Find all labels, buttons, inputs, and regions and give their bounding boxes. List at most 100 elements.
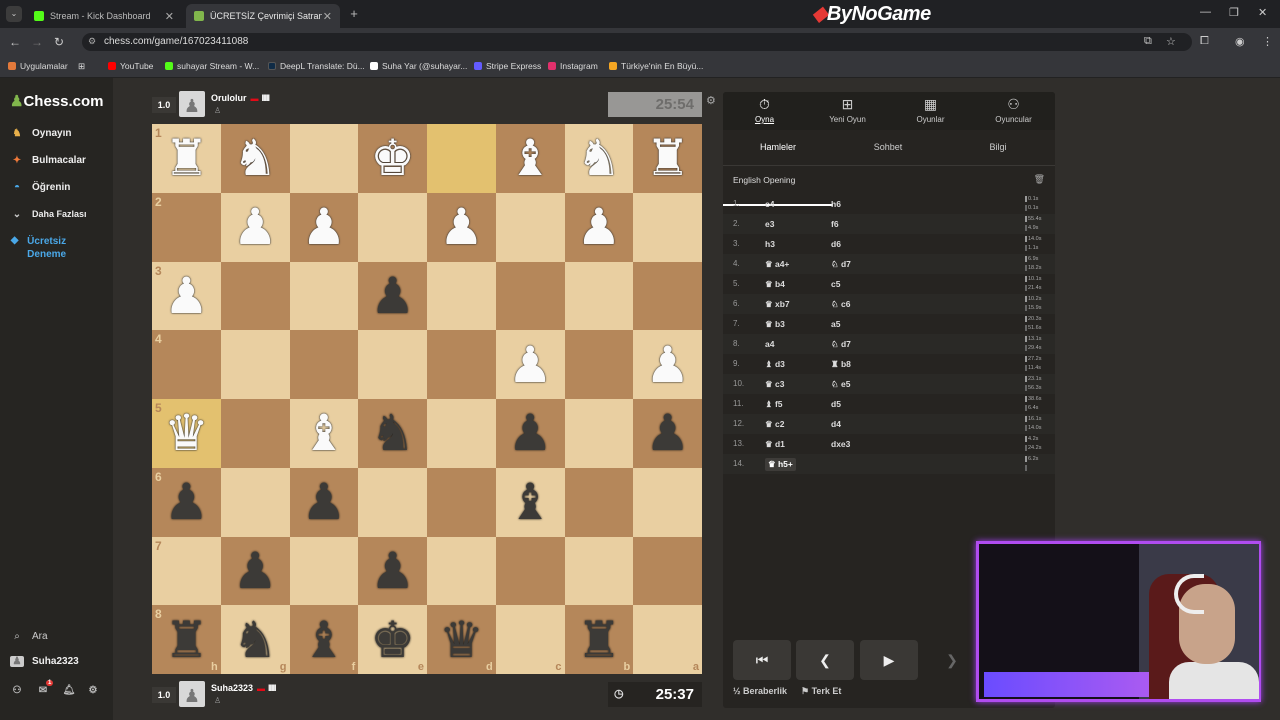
sidebar-settings[interactable]: ⚙: [86, 685, 108, 696]
avatar[interactable]: ♟: [179, 681, 205, 707]
white-move[interactable]: ♛ b3: [765, 319, 785, 330]
bookmark-tiktok[interactable]: Suha Yar (@suhayar...: [370, 61, 467, 71]
bookmark-star-icon[interactable]: ☆: [1166, 35, 1176, 48]
tab-moves[interactable]: Hamleler: [723, 142, 833, 152]
square[interactable]: 6 ♟: [152, 467, 221, 537]
tab-chat[interactable]: Sohbet: [833, 142, 943, 152]
board-settings-icon[interactable]: ⚙: [706, 94, 716, 107]
bookmark-deepl[interactable]: DeepL Translate: Dü...: [268, 61, 365, 71]
square[interactable]: ♞: [358, 399, 427, 468]
extensions-icon[interactable]: ⧠: [1200, 35, 1209, 48]
square[interactable]: c: [495, 605, 565, 674]
square[interactable]: [289, 261, 359, 331]
square[interactable]: [427, 467, 496, 537]
white-move[interactable]: ♛ c3: [765, 379, 784, 390]
minimize-button[interactable]: —: [1200, 6, 1211, 18]
square[interactable]: g ♞: [220, 605, 290, 674]
profile-icon[interactable]: ◉: [1235, 35, 1245, 48]
black-knight-icon[interactable]: ♞: [221, 605, 290, 674]
black-move[interactable]: ♜ b8: [831, 359, 851, 370]
square[interactable]: [358, 467, 427, 537]
square[interactable]: ♟: [495, 330, 565, 399]
white-pawn-icon[interactable]: ♟: [221, 193, 290, 262]
square[interactable]: [220, 261, 290, 331]
square[interactable]: ♝: [495, 467, 565, 537]
square[interactable]: ♟: [358, 261, 427, 331]
white-pawn-icon[interactable]: ♟: [290, 193, 359, 262]
browser-tab-chess[interactable]: ÜCRETSİZ Çevrimiçi Satranç Oy... ✕: [186, 4, 340, 28]
square[interactable]: 1 ♜: [152, 124, 221, 193]
square[interactable]: a: [633, 605, 702, 674]
black-move[interactable]: a5: [831, 319, 840, 329]
close-window-button[interactable]: ✕: [1258, 6, 1267, 19]
square[interactable]: [633, 192, 702, 262]
black-move[interactable]: ♘ d7: [831, 259, 851, 270]
white-rook-icon[interactable]: ♜: [152, 124, 221, 193]
white-move[interactable]: ♝ d3: [765, 359, 785, 370]
square[interactable]: ♜: [633, 124, 702, 193]
tab-play[interactable]: ⏱ Oyna: [723, 96, 806, 124]
offer-draw-button[interactable]: ½ Beraberlik: [733, 686, 787, 696]
next-move-button[interactable]: ▶: [860, 640, 918, 680]
black-move[interactable]: d4: [831, 419, 841, 429]
black-pawn-icon[interactable]: ♟: [633, 399, 702, 468]
square[interactable]: ♟: [289, 467, 359, 537]
white-move[interactable]: ♛ xb7: [765, 299, 790, 310]
square[interactable]: [495, 192, 565, 262]
white-knight-icon[interactable]: ♞: [565, 124, 634, 193]
bookmark-youtube[interactable]: YouTube: [108, 61, 153, 71]
site-info-icon[interactable]: ⚙: [88, 36, 96, 47]
white-bishop-icon[interactable]: ♝: [290, 399, 359, 468]
white-move[interactable]: e3: [765, 219, 774, 229]
tab-players[interactable]: ⚇ Oyuncular: [972, 96, 1055, 124]
square[interactable]: ♟: [633, 399, 702, 468]
maximize-button[interactable]: ❐: [1229, 6, 1239, 19]
bookmark-instagram[interactable]: Instagram: [548, 61, 598, 71]
sidebar-item-learn[interactable]: ◓ Öğrenin: [10, 182, 70, 193]
resign-button[interactable]: ⚑ Terk Et: [801, 686, 841, 697]
reload-icon[interactable]: ↻: [48, 35, 70, 49]
square[interactable]: [289, 330, 359, 399]
square[interactable]: [220, 467, 290, 537]
forward-icon[interactable]: →: [26, 35, 48, 49]
square[interactable]: [289, 124, 359, 193]
square[interactable]: [427, 330, 496, 399]
square[interactable]: [633, 467, 702, 537]
white-pawn-icon[interactable]: ♟: [496, 330, 565, 399]
sidebar-search[interactable]: ⌕ Ara: [10, 631, 47, 642]
black-move[interactable]: d6: [831, 239, 841, 249]
tab-new-game[interactable]: ⊞ Yeni Oyun: [806, 96, 889, 124]
sidebar-item-play[interactable]: ♞ Oynayın: [10, 128, 72, 139]
square[interactable]: [289, 536, 359, 606]
square[interactable]: ♟: [220, 192, 290, 262]
square[interactable]: ♞: [564, 124, 634, 193]
square[interactable]: ♟: [564, 192, 634, 262]
square[interactable]: [220, 330, 290, 399]
white-knight-icon[interactable]: ♞: [221, 124, 290, 193]
black-queen-icon[interactable]: ♛: [427, 605, 496, 674]
square[interactable]: ♝: [289, 399, 359, 468]
square[interactable]: [564, 330, 634, 399]
square[interactable]: [220, 399, 290, 468]
sidebar-notifications[interactable]: 🔔︎: [62, 685, 84, 696]
square[interactable]: d ♛: [427, 605, 496, 674]
sidebar-profile[interactable]: ♟ Suha2323: [10, 656, 79, 667]
black-pawn-icon[interactable]: ♟: [496, 399, 565, 468]
square[interactable]: ♟: [358, 536, 427, 606]
square[interactable]: [564, 399, 634, 468]
black-pawn-icon[interactable]: ♟: [358, 262, 427, 331]
white-king-icon[interactable]: ♚: [358, 124, 427, 193]
close-tab-icon[interactable]: ✕: [165, 10, 174, 23]
sidebar-item-puzzles[interactable]: ✦ Bulmacalar: [10, 155, 86, 166]
square[interactable]: 4: [152, 330, 221, 399]
square[interactable]: ♟: [289, 192, 359, 262]
white-bishop-icon[interactable]: ♝: [496, 124, 565, 193]
square[interactable]: [564, 536, 634, 606]
browser-tab-kick[interactable]: Stream - Kick Dashboard ✕: [26, 4, 182, 28]
black-move[interactable]: ♘ d7: [831, 339, 851, 350]
square[interactable]: [564, 467, 634, 537]
square[interactable]: 5 ♛: [152, 399, 221, 468]
player-name[interactable]: Suha2323 ▬ IIIII: [211, 683, 276, 693]
white-move[interactable]: ♝ f5: [765, 399, 783, 410]
back-icon[interactable]: ←: [4, 35, 26, 49]
